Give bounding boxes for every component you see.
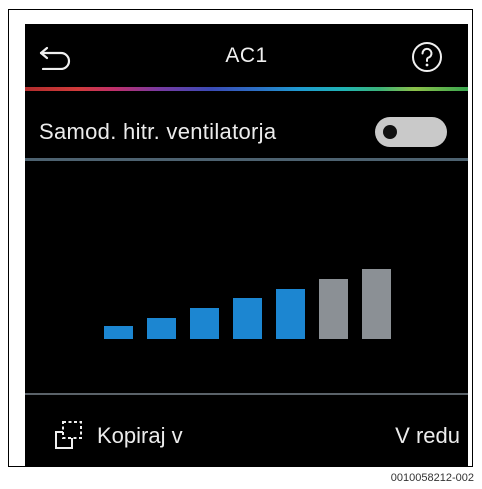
figure-caption: 0010058212-002 bbox=[390, 472, 474, 484]
header: AC1 bbox=[25, 24, 468, 88]
ok-button[interactable]: V redu bbox=[395, 423, 460, 449]
fan-speed-bars[interactable] bbox=[25, 161, 468, 393]
fan-speed-level-7[interactable] bbox=[362, 269, 391, 339]
auto-fan-speed-row: Samod. hitr. ventilatorja bbox=[25, 91, 468, 157]
device-screen: AC1 Samod. hitr. ventilatorja Kopiraj v … bbox=[25, 24, 468, 466]
fan-speed-level-6[interactable] bbox=[319, 279, 348, 339]
copy-to-button[interactable]: Kopiraj v bbox=[97, 423, 183, 449]
fan-speed-level-1[interactable] bbox=[104, 326, 133, 339]
fan-speed-level-5[interactable] bbox=[276, 289, 305, 339]
fan-speed-level-2[interactable] bbox=[147, 318, 176, 339]
fan-speed-level-3[interactable] bbox=[190, 308, 219, 339]
toggle-label: Samod. hitr. ventilatorja bbox=[39, 119, 277, 144]
fan-speed-selector[interactable] bbox=[25, 161, 468, 393]
fan-speed-level-4[interactable] bbox=[233, 298, 262, 339]
copy-icon[interactable] bbox=[53, 420, 85, 450]
auto-fan-speed-toggle[interactable] bbox=[375, 117, 447, 147]
toggle-knob bbox=[383, 125, 397, 139]
help-icon[interactable] bbox=[411, 41, 443, 73]
footer: Kopiraj v V redu bbox=[25, 395, 468, 466]
page-title: AC1 bbox=[225, 44, 268, 67]
